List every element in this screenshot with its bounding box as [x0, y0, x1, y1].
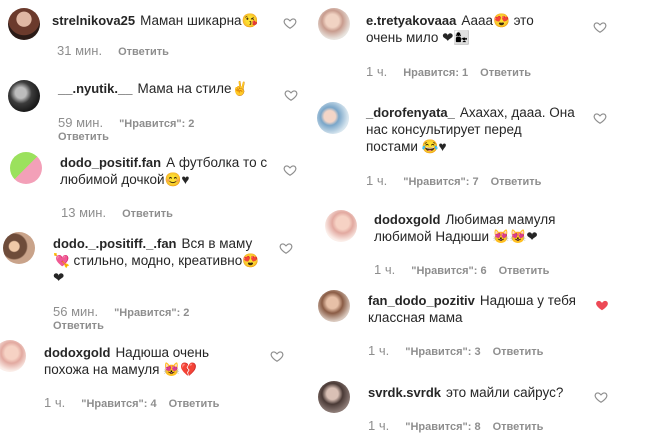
- comment-meta: 59 мин. "Нравится": 2: [58, 115, 206, 130]
- likes-count[interactable]: "Нравится": 2: [119, 118, 194, 130]
- comment-body: fan_dodo_pozitiv Надюша у тебя классная м…: [368, 292, 578, 326]
- like-heart-icon[interactable]: [283, 163, 297, 177]
- like-heart-icon[interactable]: [279, 241, 293, 255]
- comment-meta: Ответить: [53, 320, 104, 332]
- comment-username[interactable]: dodo_positif.fan: [60, 155, 161, 170]
- like-heart-icon[interactable]: [284, 88, 298, 102]
- avatar[interactable]: [8, 80, 40, 112]
- likes-count[interactable]: "Нравится": 2: [114, 307, 189, 319]
- comment-meta: 56 мин. "Нравится": 2: [53, 304, 201, 319]
- avatar[interactable]: [318, 290, 350, 322]
- comment-body: dodo_positif.fan А футболка то с любимой …: [60, 154, 270, 188]
- comment-body: svrdk.svrdk это майли сайрус?: [368, 384, 588, 401]
- likes-count[interactable]: Нравится: 1: [403, 67, 468, 79]
- comment-body: e.tretyakovaaa Аааа😍 это очень мило ❤👩‍👧: [366, 12, 566, 46]
- comment-time: 31 мин.: [57, 43, 103, 58]
- avatar[interactable]: [10, 152, 42, 184]
- avatar[interactable]: [325, 210, 357, 242]
- like-heart-icon[interactable]: [593, 20, 607, 34]
- like-heart-icon[interactable]: [593, 111, 607, 125]
- comment-body: dodo._.positiff._.fan Вся в маму 💘 стильн…: [53, 235, 268, 286]
- reply-button[interactable]: Ответить: [499, 265, 550, 277]
- liked-heart-icon[interactable]: [595, 298, 609, 312]
- comment-meta: 31 мин. Ответить: [57, 43, 169, 58]
- reply-button[interactable]: Ответить: [58, 131, 109, 143]
- comment-text: это майли сайрус?: [446, 385, 564, 400]
- comment-meta: 1 ч. "Нравится": 6 Ответить: [374, 262, 549, 277]
- comment-time: 1 ч.: [368, 343, 390, 358]
- comment-time: 1 ч.: [44, 395, 66, 410]
- avatar[interactable]: [0, 340, 26, 372]
- comment-username[interactable]: strelnikova25: [52, 13, 135, 28]
- avatar[interactable]: [3, 232, 35, 264]
- likes-count[interactable]: "Нравится": 3: [405, 346, 480, 358]
- reply-button[interactable]: Ответить: [169, 398, 220, 410]
- reply-button[interactable]: Ответить: [480, 67, 531, 79]
- comment-body: dodoxgold Любимая мамуля любимой Надюши 😻…: [374, 211, 574, 245]
- comment-body: strelnikova25 Маман шикарна😘: [52, 12, 272, 29]
- comment-time: 1 ч.: [374, 262, 396, 277]
- comment-time: 56 мин.: [53, 304, 99, 319]
- like-heart-icon[interactable]: [270, 349, 284, 363]
- comment-body: __.nyutik.__ Мама на стиле✌: [58, 80, 258, 97]
- likes-count[interactable]: "Нравится": 4: [81, 398, 156, 410]
- avatar[interactable]: [318, 8, 350, 40]
- avatar[interactable]: [318, 381, 350, 413]
- comment-body: dodoxgold Надюша очень похожа на мамуля 😻…: [44, 344, 254, 378]
- reply-button[interactable]: Ответить: [118, 46, 169, 58]
- comment-username[interactable]: fan_dodo_pozitiv: [368, 293, 475, 308]
- comment-username[interactable]: dodoxgold: [44, 345, 110, 360]
- comment-meta: 13 мин. Ответить: [61, 205, 173, 220]
- comment-username[interactable]: __.nyutik.__: [58, 81, 132, 96]
- comment-username[interactable]: dodoxgold: [374, 212, 440, 227]
- avatar[interactable]: [8, 8, 40, 40]
- comment-time: 59 мин.: [58, 115, 104, 130]
- comment-meta: Ответить: [58, 131, 109, 143]
- like-heart-icon[interactable]: [283, 16, 297, 30]
- comment-username[interactable]: e.tretyakovaaa: [366, 13, 456, 28]
- likes-count[interactable]: "Нравится": 7: [403, 176, 478, 188]
- comment-time: 1 ч.: [366, 173, 388, 188]
- comment-meta: 1 ч. "Нравится": 8 Ответить: [368, 418, 543, 433]
- reply-button[interactable]: Ответить: [53, 320, 104, 332]
- avatar[interactable]: [317, 102, 349, 134]
- comment-time: 1 ч.: [366, 64, 388, 79]
- comment-text: Мама на стиле✌: [137, 81, 249, 96]
- comment-meta: 1 ч. "Нравится": 7 Ответить: [366, 173, 541, 188]
- comment-text: Маман шикарна😘: [140, 13, 259, 28]
- reply-button[interactable]: Ответить: [493, 346, 544, 358]
- comment-username[interactable]: dodo._.positiff._.fan: [53, 236, 177, 251]
- reply-button[interactable]: Ответить: [491, 176, 542, 188]
- reply-button[interactable]: Ответить: [493, 421, 544, 433]
- likes-count[interactable]: "Нравится": 8: [405, 421, 480, 433]
- reply-button[interactable]: Ответить: [122, 208, 173, 220]
- comment-time: 1 ч.: [368, 418, 390, 433]
- like-heart-icon[interactable]: [594, 390, 608, 404]
- comment-username[interactable]: svrdk.svrdk: [368, 385, 441, 400]
- comment-body: _dorofenyata_ Ахахах, дааа. Она нас консу…: [366, 104, 576, 155]
- comment-meta: 1 ч. Нравится: 1 Ответить: [366, 64, 531, 79]
- comment-meta: 1 ч. "Нравится": 3 Ответить: [368, 343, 543, 358]
- comment-username[interactable]: _dorofenyata_: [366, 105, 455, 120]
- likes-count[interactable]: "Нравится": 6: [411, 265, 486, 277]
- comment-time: 13 мин.: [61, 205, 107, 220]
- comment-meta: 1 ч. "Нравится": 4 Ответить: [44, 395, 219, 410]
